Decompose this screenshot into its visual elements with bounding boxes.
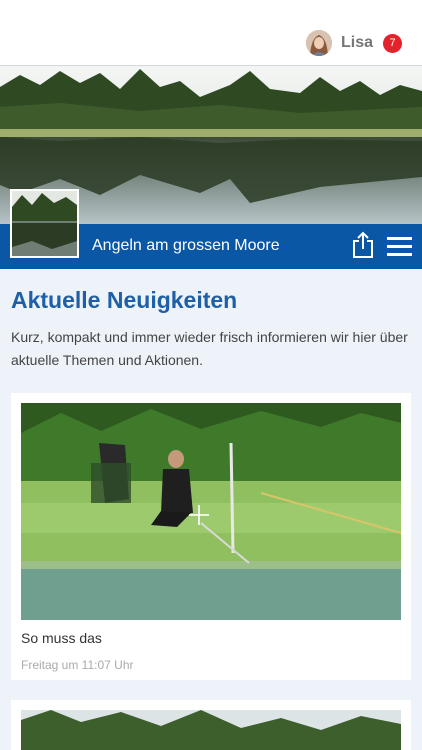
news-card-image[interactable] [21, 403, 401, 620]
news-card-timestamp: Freitag um 11:07 Uhr [21, 658, 134, 672]
avatar[interactable] [305, 30, 332, 56]
news-card-caption: So muss das [21, 630, 102, 646]
user-profile[interactable]: Lisa 7 [305, 30, 402, 56]
group-thumbnail[interactable] [10, 189, 79, 258]
hamburger-menu-icon[interactable] [387, 237, 412, 256]
news-card[interactable]: So muss das Freitag um 11:07 Uhr [11, 393, 411, 680]
group-title[interactable]: Angeln am grossen Moore [92, 237, 280, 255]
top-bar: Lisa 7 [0, 0, 422, 66]
notification-badge[interactable]: 7 [383, 33, 402, 53]
group-bar: Angeln am grossen Moore [0, 189, 422, 269]
user-name[interactable]: Lisa [341, 34, 373, 52]
page-title: Aktuelle Neuigkeiten [11, 287, 238, 313]
news-card-image[interactable] [21, 710, 401, 750]
page-description: Kurz, kompakt und immer wieder frisch in… [11, 329, 408, 368]
share-icon[interactable] [352, 231, 374, 259]
news-card[interactable] [11, 700, 411, 750]
